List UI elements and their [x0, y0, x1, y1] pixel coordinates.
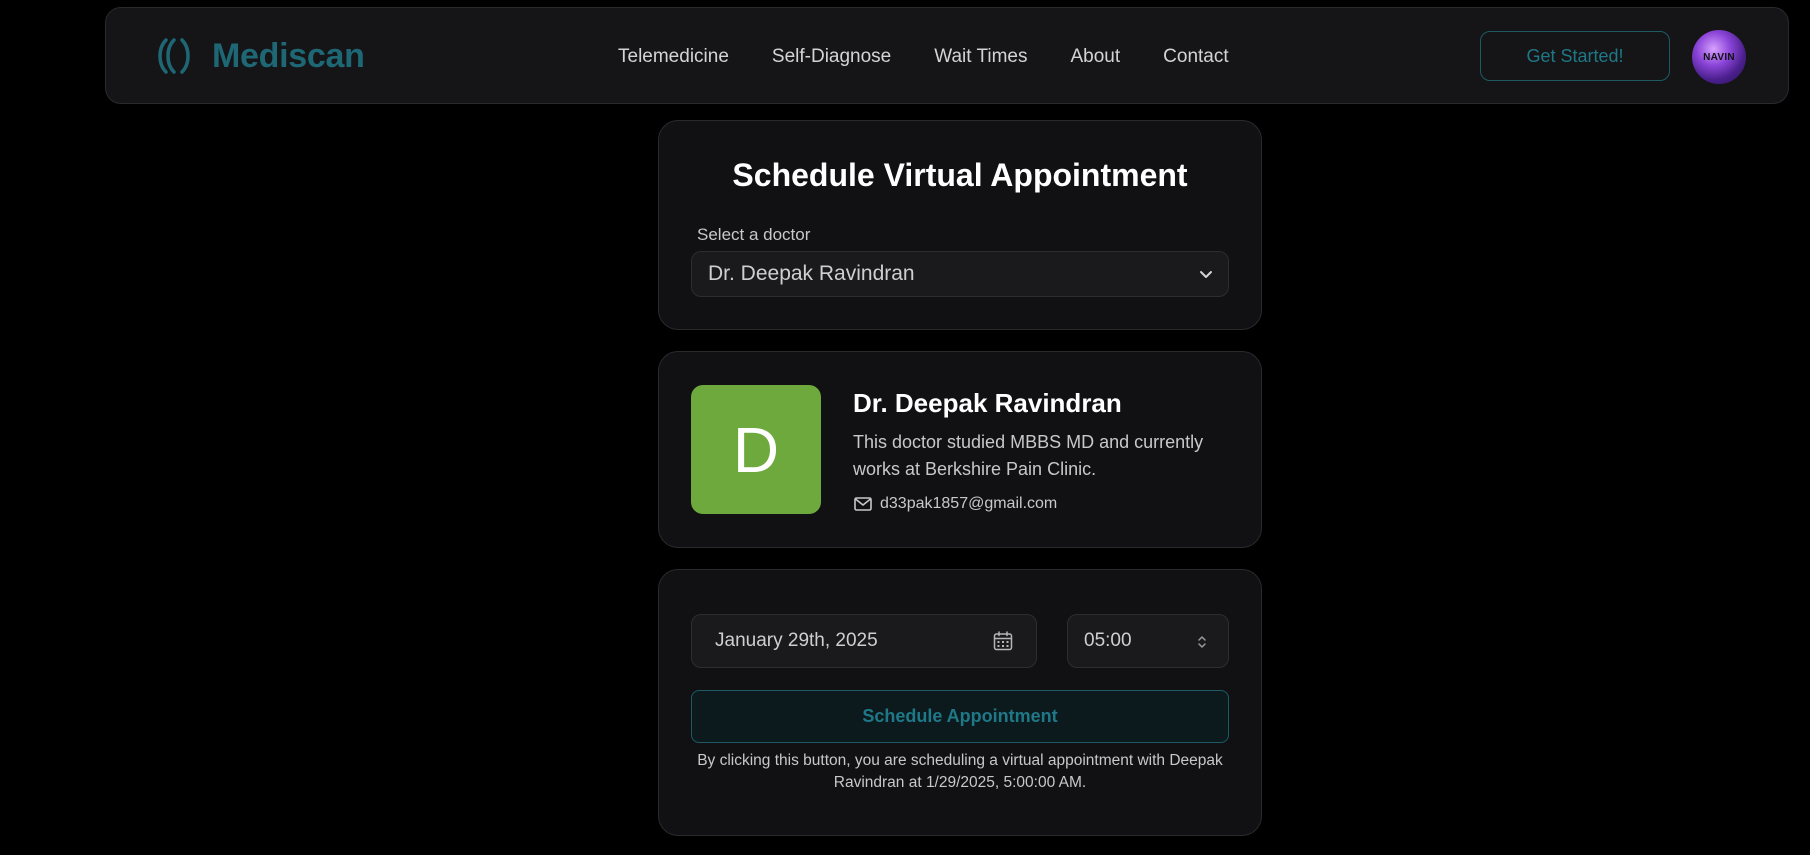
up-down-icon: [1198, 636, 1206, 648]
mail-icon: [854, 497, 872, 511]
nav-link-self-diagnose[interactable]: Self-Diagnose: [772, 46, 891, 68]
avatar-label: NAVIN: [1703, 51, 1735, 63]
doctor-select[interactable]: Dr. Deepak Ravindran: [691, 251, 1229, 297]
doctor-email[interactable]: d33pak1857@gmail.com: [853, 494, 1057, 514]
user-avatar[interactable]: NAVIN: [1692, 30, 1746, 84]
doctor-select-label: Select a doctor: [697, 225, 811, 244]
page-title: Schedule Virtual Appointment: [732, 157, 1188, 193]
booking-card: January 29th, 2025 05:00 Schedule Appoin…: [658, 569, 1262, 836]
nav-link-wait-times[interactable]: Wait Times: [934, 46, 1027, 68]
schedule-appointment-button[interactable]: Schedule Appointment: [691, 690, 1229, 743]
time-picker[interactable]: 05:00: [1067, 614, 1229, 668]
nav-link-telemedicine[interactable]: Telemedicine: [618, 46, 729, 68]
doctor-select-value: Dr. Deepak Ravindran: [708, 262, 915, 285]
brand-logo[interactable]: Mediscan: [156, 34, 365, 78]
nav-links: Telemedicine Self-Diagnose Wait Times Ab…: [618, 8, 1229, 105]
time-value: 05:00: [1084, 630, 1132, 651]
doctor-name: Dr. Deepak Ravindran: [853, 388, 1122, 418]
doctor-avatar: D: [691, 385, 821, 514]
brand-name: Mediscan: [212, 36, 365, 75]
get-started-button[interactable]: Get Started!: [1480, 31, 1670, 81]
date-value: January 29th, 2025: [715, 630, 878, 651]
chevron-down-icon: [1200, 271, 1212, 278]
select-doctor-card: Schedule Virtual Appointment Select a do…: [658, 120, 1262, 330]
calendar-icon: [993, 631, 1013, 651]
doctor-description: This doctor studied MBBS MD and currentl…: [853, 432, 1204, 479]
doctor-email-text: d33pak1857@gmail.com: [880, 495, 1058, 512]
schedule-disclaimer: By clicking this button, you are schedul…: [697, 752, 1223, 791]
doctor-profile-card: D Dr. Deepak Ravindran This doctor studi…: [658, 351, 1262, 548]
nav-link-about[interactable]: About: [1071, 46, 1121, 68]
nav-link-contact[interactable]: Contact: [1163, 46, 1228, 68]
date-picker[interactable]: January 29th, 2025: [691, 614, 1037, 668]
navbar: Mediscan Telemedicine Self-Diagnose Wait…: [105, 7, 1789, 104]
logo-icon: [158, 38, 190, 74]
